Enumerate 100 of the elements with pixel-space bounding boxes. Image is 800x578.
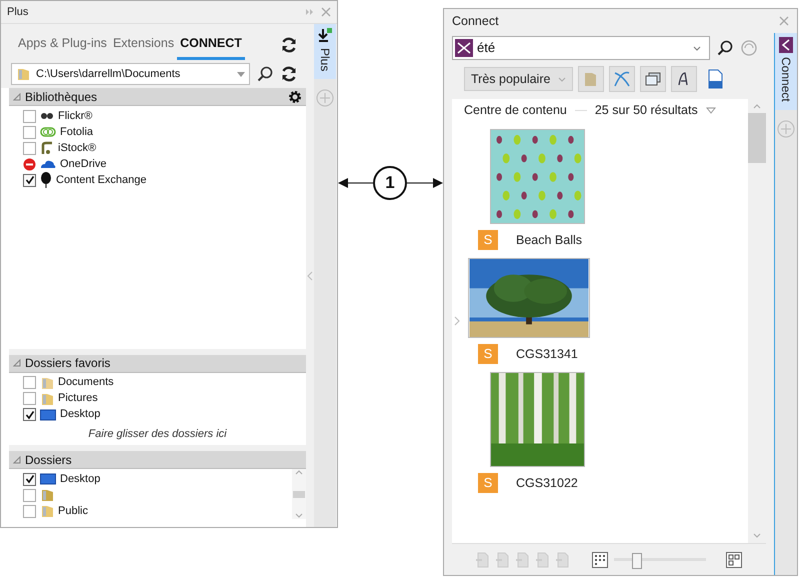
checked-checkbox[interactable] [23, 472, 36, 486]
collapse-icon[interactable] [307, 270, 313, 280]
source-badge: S [478, 230, 498, 250]
settings-icon[interactable] [288, 90, 302, 104]
right-arrow [407, 177, 443, 189]
scrollbar[interactable] [292, 469, 306, 519]
result-title[interactable]: CGS31341 [516, 344, 578, 364]
result-title[interactable]: Beach Balls [516, 230, 582, 250]
rings-icon [40, 127, 56, 137]
expander-icon[interactable] [13, 359, 21, 367]
folder-icon [16, 67, 30, 81]
page-icon[interactable] [476, 552, 490, 568]
scroll-thumb[interactable] [748, 113, 766, 163]
window-icon[interactable] [640, 66, 666, 92]
checkbox[interactable] [23, 504, 36, 518]
section-header[interactable]: Dossiers [9, 451, 306, 469]
page-icon[interactable] [536, 552, 550, 568]
curve-icon[interactable] [609, 66, 636, 92]
tab[interactable]: Extensions [110, 34, 178, 60]
scroll-up-icon[interactable] [295, 469, 303, 475]
close-icon[interactable] [779, 16, 789, 26]
left-arrow [338, 177, 373, 189]
checkbox[interactable] [23, 110, 36, 122]
scroll-up-icon[interactable] [753, 103, 761, 109]
slider-thumb[interactable] [632, 552, 642, 568]
dropdown-icon[interactable] [558, 76, 566, 82]
sort-dropdown[interactable]: Très populaire [464, 67, 574, 91]
section-header[interactable]: Dossiers favoris [9, 354, 306, 372]
scroll-thumb[interactable] [293, 490, 305, 498]
checked-checkbox[interactable] [23, 174, 36, 186]
page-icon[interactable] [516, 552, 530, 568]
balloon-icon [40, 172, 52, 188]
checkbox[interactable] [23, 126, 36, 138]
reload-icon[interactable] [280, 65, 298, 83]
small-grid-icon[interactable] [592, 552, 608, 568]
add-icon[interactable] [316, 89, 334, 108]
add-icon[interactable] [777, 120, 795, 138]
list-item-label[interactable]: iStock® [58, 140, 96, 156]
book-icon[interactable] [578, 66, 604, 92]
list-item-label[interactable]: Fotolia [60, 124, 94, 140]
logo-icon [779, 37, 793, 53]
font-icon[interactable] [671, 66, 698, 92]
side-tab[interactable]: Connect [775, 33, 797, 110]
drop-hint: Faire glisser des dossiers ici [87, 426, 228, 442]
panel-title: Connect [452, 12, 499, 30]
dropdown-icon[interactable] [693, 46, 701, 50]
dropdown-icon[interactable] [237, 72, 245, 76]
search-field[interactable]: été [452, 36, 710, 60]
page-icon[interactable] [556, 552, 570, 568]
list-item-label[interactable]: Desktop [60, 470, 100, 488]
source-badge: S [478, 473, 498, 493]
list-item-label[interactable]: Desktop [60, 406, 100, 423]
desktop-icon [40, 408, 56, 420]
list-item-label[interactable]: OneDrive [60, 156, 106, 172]
list-item-label[interactable]: Content Exchange [56, 172, 147, 188]
checkbox[interactable] [23, 392, 36, 405]
sync-icon[interactable] [740, 39, 758, 57]
checkbox[interactable] [23, 142, 36, 154]
download-icon [318, 28, 332, 44]
result-title[interactable]: CGS31022 [516, 474, 578, 492]
search-icon[interactable] [256, 65, 274, 83]
close-icon[interactable] [321, 7, 331, 17]
dots-icon [40, 112, 54, 120]
logo-icon [455, 39, 473, 57]
folder-icon [40, 376, 54, 390]
source-badge: S [478, 344, 498, 364]
refresh-icon[interactable] [280, 36, 298, 54]
section-header[interactable]: Bibliothèques [9, 88, 306, 106]
expand-icon[interactable] [305, 8, 315, 16]
checkbox[interactable] [23, 376, 36, 389]
search-icon[interactable] [716, 39, 734, 57]
expander-icon[interactable] [13, 92, 21, 100]
document-icon[interactable] [706, 69, 724, 89]
panel-title: Plus [7, 4, 28, 20]
source-label: Centre de contenu [464, 102, 567, 119]
checkbox[interactable] [23, 488, 36, 502]
checked-checkbox[interactable] [23, 408, 36, 421]
list-item-label[interactable]: Pictures [58, 390, 98, 407]
size-slider[interactable] [614, 552, 706, 566]
hook-icon [40, 141, 54, 155]
callout-number: 1 [373, 166, 407, 200]
side-tab[interactable]: Plus [314, 24, 336, 80]
tab[interactable]: Apps & Plug-ins [15, 34, 110, 60]
expand-icon[interactable] [454, 316, 460, 326]
page-icon[interactable] [496, 552, 510, 568]
cloud-icon [40, 159, 56, 169]
list-item-label[interactable]: Flickr® [58, 108, 92, 124]
list-item-label[interactable]: Public [58, 502, 88, 520]
expander-icon[interactable] [13, 456, 21, 464]
folder-icon [40, 392, 54, 406]
folder-icon [40, 488, 54, 502]
result-count: 25 sur 50 résultats [594, 102, 698, 119]
list-item-label[interactable]: Documents [58, 374, 114, 391]
scroll-down-icon[interactable] [753, 533, 761, 539]
filter-icon[interactable] [706, 106, 716, 114]
folder-icon [40, 504, 54, 518]
path-field[interactable]: C:\Users\darrellm\Documents [11, 63, 250, 85]
desktop-icon [40, 473, 56, 485]
scroll-down-icon[interactable] [295, 513, 303, 519]
large-grid-icon[interactable] [726, 552, 742, 568]
